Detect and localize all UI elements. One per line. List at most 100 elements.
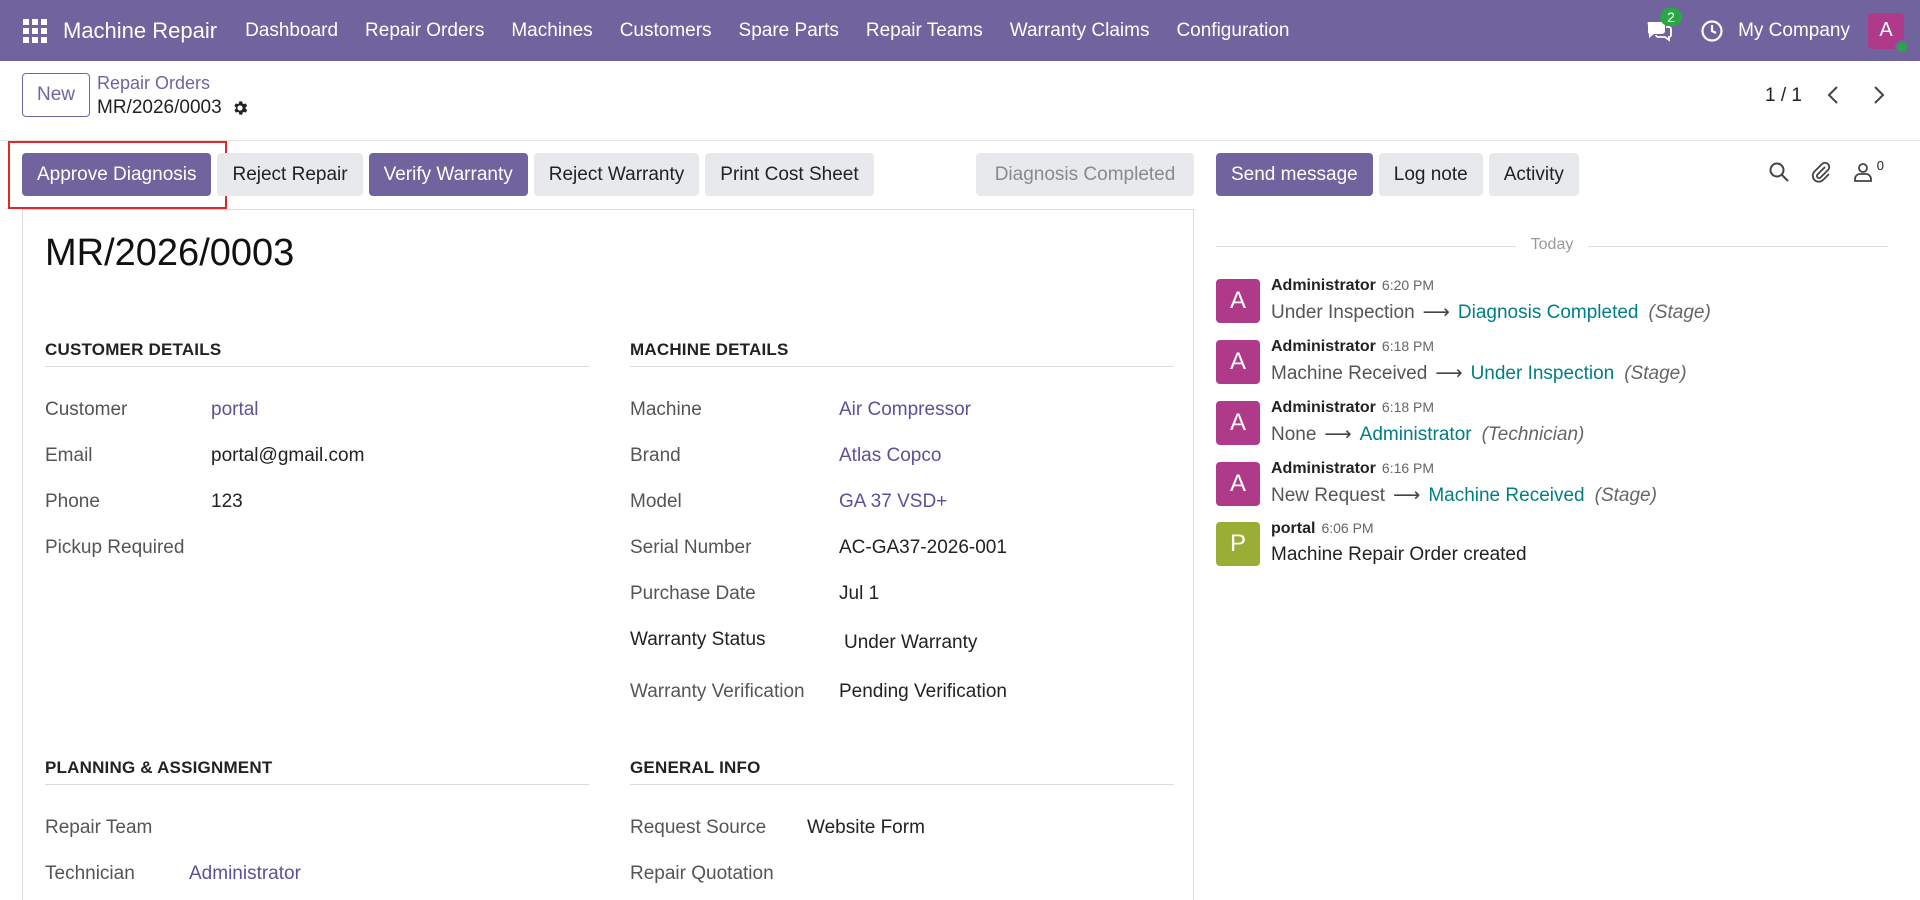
model-value[interactable]: GA 37 VSD+ (839, 491, 947, 513)
email-value[interactable]: portal@gmail.com (211, 445, 364, 467)
company-switcher[interactable]: My Company (1738, 20, 1850, 42)
arrow-right-icon: ⟶ (1324, 424, 1352, 445)
new-value: Machine Received (1428, 485, 1585, 506)
email-label: Email (45, 445, 93, 466)
old-value: Under Inspection (1271, 302, 1415, 323)
verify-warranty-button[interactable]: Verify Warranty (368, 153, 528, 196)
gear-icon[interactable] (231, 99, 249, 117)
author-avatar[interactable]: A (1216, 462, 1260, 506)
message-author: portal 6:06 PM (1271, 520, 1374, 538)
arrow-right-icon: ⟶ (1435, 363, 1463, 384)
phone-label: Phone (45, 491, 100, 512)
author-avatar[interactable]: A (1216, 401, 1260, 445)
model-label: Model (630, 491, 682, 512)
menu-configuration[interactable]: Configuration (1176, 20, 1289, 42)
record-title: MR/2026/0003 (45, 232, 295, 274)
search-icon[interactable] (1767, 160, 1791, 184)
followers-icon[interactable] (1851, 160, 1875, 184)
author-name[interactable]: Administrator (1271, 460, 1376, 477)
chatter-message: A Administrator 6:16 PM New Request ⟶ Machi… (1216, 460, 1888, 516)
send-message-button[interactable]: Send message (1216, 153, 1373, 196)
activity-button[interactable]: Activity (1488, 153, 1579, 196)
warranty-verification-label: Warranty Verification (630, 681, 805, 702)
message-author: Administrator 6:18 PM (1271, 399, 1434, 417)
menu-warranty-claims[interactable]: Warranty Claims (1010, 20, 1150, 42)
repair-team-label: Repair Team (45, 817, 153, 838)
serial-number-value[interactable]: AC-GA37-2026-001 (839, 537, 1007, 559)
customer-value[interactable]: portal (211, 399, 259, 421)
tracking-change: New Request ⟶ Machine Received (Stage) (1271, 484, 1657, 507)
approve-diagnosis-button[interactable]: Approve Diagnosis (22, 153, 212, 196)
author-avatar[interactable]: A (1216, 279, 1260, 323)
menu-repair-teams[interactable]: Repair Teams (866, 20, 983, 42)
brand-value[interactable]: Atlas Copco (839, 445, 941, 467)
request-source-value[interactable]: Website Form (807, 817, 925, 839)
control-panel: New Repair Orders MR/2026/0003 1 / 1 (0, 61, 1920, 141)
chatter-message: P portal 6:06 PM Machine Repair Order cre… (1216, 520, 1888, 576)
pager-value[interactable]: 1 / 1 (1765, 85, 1802, 107)
author-name[interactable]: Administrator (1271, 277, 1376, 294)
stage-status-button[interactable]: Diagnosis Completed (976, 153, 1194, 196)
separator-line-right (1588, 246, 1888, 247)
menu-dashboard[interactable]: Dashboard (245, 20, 338, 42)
serial-number-label: Serial Number (630, 537, 752, 558)
form-action-buttons: Approve Diagnosis Reject Repair Verify W… (22, 153, 880, 196)
machine-value[interactable]: Air Compressor (839, 399, 971, 421)
menu-spare-parts[interactable]: Spare Parts (739, 20, 839, 42)
reject-repair-button[interactable]: Reject Repair (217, 153, 363, 196)
old-value: Machine Received (1271, 363, 1428, 384)
chatter-message: A Administrator 6:18 PM Machine Received ⟶… (1216, 338, 1888, 394)
section-general-info: GENERAL INFO (630, 758, 1174, 785)
warranty-status-value[interactable]: Under Warranty (844, 632, 977, 654)
tracked-field: (Technician) (1481, 424, 1585, 445)
message-text: Machine Repair Order created (1271, 544, 1527, 565)
pickup-required-label: Pickup Required (45, 537, 185, 558)
print-cost-sheet-button[interactable]: Print Cost Sheet (705, 153, 874, 196)
menu-customers[interactable]: Customers (620, 20, 712, 42)
chatter-actions: Send message Log note Activity (1216, 153, 1585, 196)
navbar-right: 2 My Company A (1644, 0, 1920, 61)
repair-quotation-label: Repair Quotation (630, 863, 774, 884)
top-navbar: Machine Repair Dashboard Repair Orders M… (0, 0, 1920, 61)
author-name[interactable]: Administrator (1271, 338, 1376, 355)
paperclip-icon[interactable] (1809, 160, 1833, 184)
message-time: 6:16 PM (1381, 460, 1435, 476)
chevron-left-icon[interactable] (1824, 83, 1844, 107)
form-sheet: MR/2026/0003 CUSTOMER DETAILS MACHINE DE… (22, 209, 1194, 900)
author-avatar[interactable]: A (1216, 340, 1260, 384)
message-time: 6:06 PM (1321, 520, 1374, 536)
messages-icon[interactable]: 2 (1644, 7, 1682, 46)
warranty-verification-value[interactable]: Pending Verification (839, 681, 1007, 703)
technician-value[interactable]: Administrator (189, 863, 301, 885)
author-name[interactable]: Administrator (1271, 399, 1376, 416)
new-value: Under Inspection (1470, 363, 1615, 384)
main-menu: Dashboard Repair Orders Machines Custome… (245, 20, 1316, 42)
breadcrumb-repair-orders[interactable]: Repair Orders (97, 73, 210, 94)
chatter-message: A Administrator 6:18 PM None ⟶ Administrato… (1216, 399, 1888, 455)
app-name[interactable]: Machine Repair (63, 18, 217, 44)
user-initial: A (1879, 19, 1893, 41)
user-avatar[interactable]: A (1868, 12, 1909, 54)
reject-warranty-button[interactable]: Reject Warranty (533, 153, 700, 196)
breadcrumb-current: MR/2026/0003 (97, 97, 249, 119)
new-value: Diagnosis Completed (1457, 302, 1639, 323)
author-name[interactable]: portal (1271, 520, 1315, 537)
machine-label: Machine (630, 399, 702, 420)
message-time: 6:18 PM (1381, 399, 1435, 415)
phone-value[interactable]: 123 (211, 491, 243, 513)
chevron-right-icon[interactable] (1868, 83, 1888, 107)
chatter-tools: 0 (1749, 158, 1884, 184)
tracked-field: (Stage) (1624, 363, 1687, 384)
new-value: Administrator (1359, 424, 1472, 445)
purchase-date-value[interactable]: Jul 1 (839, 583, 879, 605)
purchase-date-label: Purchase Date (630, 583, 756, 604)
menu-machines[interactable]: Machines (511, 20, 592, 42)
message-time: 6:20 PM (1381, 277, 1435, 293)
activity-clock-icon[interactable] (1700, 19, 1724, 43)
new-button[interactable]: New (22, 73, 90, 117)
apps-menu-icon[interactable] (23, 18, 47, 43)
menu-repair-orders[interactable]: Repair Orders (365, 20, 484, 42)
log-note-button[interactable]: Log note (1378, 153, 1483, 196)
tracked-field: (Stage) (1594, 485, 1657, 506)
author-avatar[interactable]: P (1216, 522, 1260, 566)
